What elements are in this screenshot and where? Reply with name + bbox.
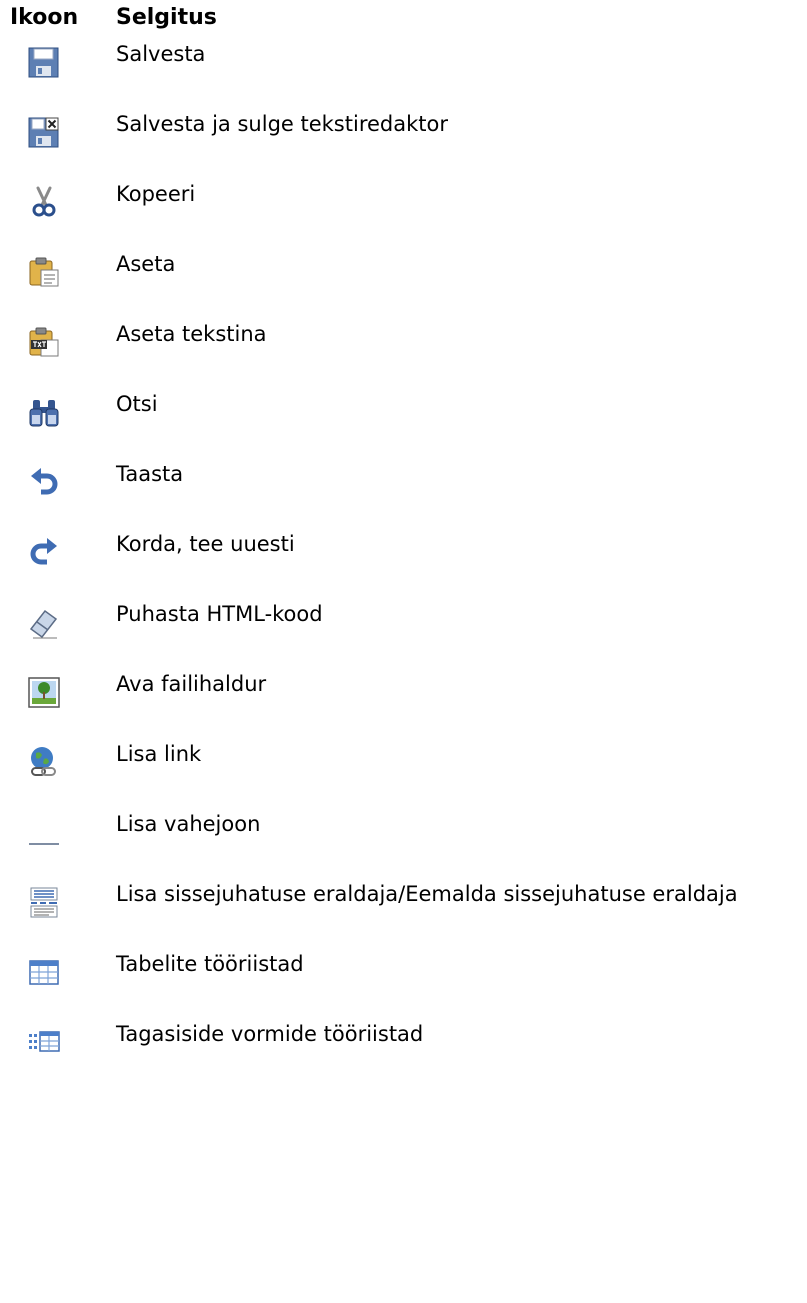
eraser-icon: [27, 605, 61, 639]
table-row: Puhasta HTML-kood: [0, 602, 807, 645]
save-close-icon: [27, 115, 61, 149]
row-label: Otsi: [116, 392, 158, 416]
column-header-icon: Ikoon: [10, 5, 79, 30]
save-icon: [27, 45, 61, 79]
paste-icon: [27, 255, 61, 289]
row-label: Kopeeri: [116, 182, 196, 206]
paste-text-icon: [27, 325, 61, 359]
binoculars-icon: [27, 395, 61, 429]
table-row: Taasta: [0, 462, 807, 505]
table-row: Tabelite tööriistad: [0, 952, 807, 995]
form-icon: [27, 1025, 61, 1059]
table-row: Otsi: [0, 392, 807, 435]
table-row: Lisa sissejuhatuse eraldaja/Eemalda siss…: [0, 882, 807, 925]
link-icon: [27, 745, 61, 779]
undo-icon: [27, 465, 61, 499]
row-label: Lisa vahejoon: [116, 812, 261, 836]
row-label: Salvesta: [116, 42, 206, 66]
row-label: Tagasiside vormide tööriistad: [116, 1022, 424, 1046]
table-row: Korda, tee uuesti: [0, 532, 807, 575]
table-row: Salvesta ja sulge tekstiredaktor: [0, 112, 807, 155]
row-label: Taasta: [116, 462, 184, 486]
table-row: Ava failihaldur: [0, 672, 807, 715]
table-row: Kopeeri: [0, 182, 807, 225]
table-row: Salvesta: [0, 42, 807, 85]
table-icon: [27, 955, 61, 989]
horizontal-rule-icon: [27, 815, 61, 849]
table-row: Tagasiside vormide tööriistad: [0, 1022, 807, 1065]
row-label: Aseta tekstina: [116, 322, 267, 346]
table-row: Lisa vahejoon: [0, 812, 807, 855]
intro-separator-icon: [27, 885, 61, 919]
table-row: Lisa link: [0, 742, 807, 785]
image-icon: [27, 675, 61, 709]
row-label: Lisa link: [116, 742, 202, 766]
row-label: Salvesta ja sulge tekstiredaktor: [116, 112, 448, 136]
row-label: Aseta: [116, 252, 176, 276]
scissors-icon: [27, 185, 61, 219]
row-label: Ava failihaldur: [116, 672, 267, 696]
row-label: Korda, tee uuesti: [116, 532, 295, 556]
redo-icon: [27, 535, 61, 569]
column-header-explanation: Selgitus: [116, 5, 217, 30]
table-row: Aseta tekstina: [0, 322, 807, 365]
row-label: Lisa sissejuhatuse eraldaja/Eemalda siss…: [116, 882, 738, 906]
row-label: Tabelite tööriistad: [116, 952, 304, 976]
row-label: Puhasta HTML-kood: [116, 602, 323, 626]
table-row: Aseta: [0, 252, 807, 295]
